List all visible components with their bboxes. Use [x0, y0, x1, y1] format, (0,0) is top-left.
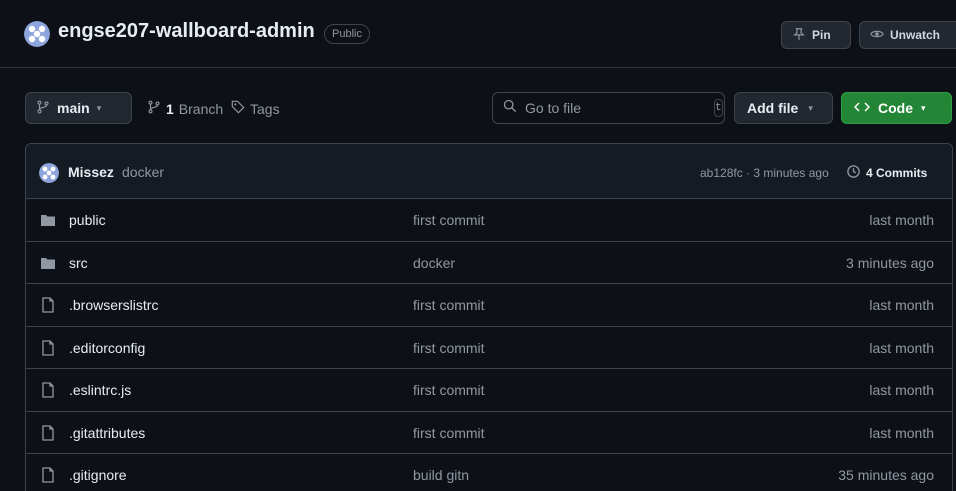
- file-name[interactable]: .gitattributes: [69, 425, 145, 441]
- file-toolbar: main ▾ 1 Branch Tags t Add file ▾ Code ▾: [0, 91, 956, 127]
- go-to-file-search[interactable]: t: [492, 92, 725, 124]
- file-icon: [40, 297, 56, 313]
- file-commit-date: 3 minutes ago: [846, 254, 934, 271]
- tags-link[interactable]: Tags: [231, 100, 280, 117]
- search-icon: [503, 99, 517, 118]
- file-commit-date: last month: [869, 424, 934, 441]
- file-row[interactable]: .browserslistrc first commit last month: [26, 284, 952, 327]
- code-button[interactable]: Code ▾: [841, 92, 952, 124]
- git-branch-icon: [36, 100, 50, 117]
- repo-name[interactable]: engse207-wallboard-admin: [58, 20, 315, 43]
- branches-link[interactable]: 1 Branch: [147, 100, 223, 117]
- repo-header: engse207-wallboard-admin Public Pin Unwa…: [0, 0, 956, 68]
- file-commit-date: 35 minutes ago: [838, 467, 934, 483]
- file-name[interactable]: src: [69, 255, 88, 271]
- add-file-button[interactable]: Add file ▾: [734, 92, 833, 124]
- folder-icon: [40, 255, 56, 271]
- eye-icon: [870, 27, 884, 44]
- file-commit-date: last month: [869, 212, 934, 228]
- file-icon: [40, 467, 56, 483]
- visibility-badge: Public: [324, 24, 370, 44]
- tags-label: Tags: [250, 100, 280, 117]
- latest-commit-message[interactable]: docker: [122, 164, 164, 180]
- file-icon: [40, 424, 56, 441]
- file-commit-message[interactable]: first commit: [413, 297, 485, 313]
- commit-author-avatar[interactable]: [39, 163, 59, 183]
- pin-icon: [792, 27, 806, 44]
- add-file-label: Add file: [747, 100, 799, 116]
- file-icon: [40, 339, 56, 356]
- file-name[interactable]: .browserslistrc: [69, 297, 158, 313]
- chevron-down-icon: ▾: [808, 102, 813, 113]
- git-branch-icon: [147, 100, 161, 117]
- pin-label: Pin: [812, 28, 831, 42]
- latest-commit-bar: Missez docker ab128fc · 3 minutes ago 4 …: [26, 144, 952, 199]
- repo-owner-avatar[interactable]: [24, 21, 50, 47]
- file-commit-message[interactable]: first commit: [413, 340, 485, 356]
- branch-name: main: [57, 100, 90, 116]
- file-commit-message[interactable]: first commit: [413, 425, 485, 441]
- file-name[interactable]: .gitignore: [69, 467, 127, 483]
- unwatch-label: Unwatch: [890, 28, 941, 42]
- file-commit-message[interactable]: build gitn: [413, 467, 469, 483]
- file-commit-message[interactable]: first commit: [413, 212, 485, 228]
- file-commit-date: last month: [869, 382, 934, 398]
- file-commit-date: last month: [869, 297, 934, 313]
- go-to-file-input[interactable]: [525, 100, 706, 116]
- file-icon: [40, 382, 56, 398]
- latest-commit-meta[interactable]: ab128fc · 3 minutes ago: [700, 166, 829, 180]
- file-list-table: Missez docker ab128fc · 3 minutes ago 4 …: [25, 143, 953, 491]
- code-icon: [853, 100, 871, 117]
- unwatch-button[interactable]: Unwatch: [859, 21, 956, 49]
- file-name[interactable]: .editorconfig: [69, 340, 145, 356]
- file-row[interactable]: .gitattributes first commit last month: [26, 412, 952, 454]
- file-row[interactable]: .editorconfig first commit last month: [26, 327, 952, 369]
- branch-select-button[interactable]: main ▾: [25, 92, 132, 124]
- code-label: Code: [878, 100, 913, 116]
- file-commit-message[interactable]: first commit: [413, 382, 485, 398]
- branch-count: 1: [166, 100, 174, 117]
- history-icon: [846, 164, 861, 182]
- commits-label: 4 Commits: [866, 166, 928, 180]
- chevron-down-icon: ▾: [921, 102, 926, 113]
- file-commit-message[interactable]: docker: [413, 255, 455, 271]
- file-row[interactable]: .gitignore build gitn 35 minutes ago: [26, 454, 952, 491]
- file-row[interactable]: .eslintrc.js first commit last month: [26, 369, 952, 412]
- commit-author[interactable]: Missez: [68, 164, 114, 180]
- keyboard-shortcut-hint: t: [714, 99, 723, 117]
- file-name[interactable]: public: [69, 212, 106, 228]
- file-row[interactable]: public first commit last month: [26, 199, 952, 242]
- commits-link[interactable]: 4 Commits: [846, 164, 927, 182]
- chevron-down-icon: ▾: [96, 102, 102, 113]
- pin-button[interactable]: Pin: [781, 21, 851, 49]
- file-name[interactable]: .eslintrc.js: [69, 382, 131, 398]
- file-commit-date: last month: [869, 339, 934, 356]
- folder-icon: [40, 212, 56, 228]
- branch-label: Branch: [178, 100, 224, 117]
- file-row[interactable]: src docker 3 minutes ago: [26, 242, 952, 284]
- tag-icon: [231, 100, 245, 117]
